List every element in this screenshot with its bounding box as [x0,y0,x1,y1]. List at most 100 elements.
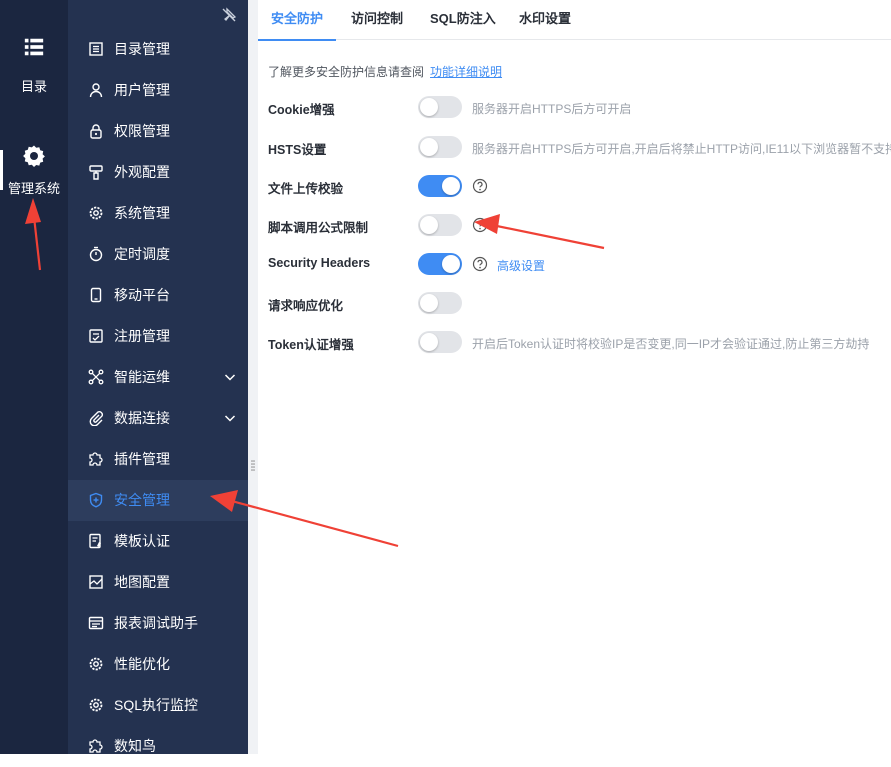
response-optimize-toggle[interactable] [418,292,462,314]
sidebar-item-label: 性能优化 [114,656,170,672]
sidebar-item-template-auth[interactable]: 模板认证 [68,521,248,562]
sidebar-item-scheduler[interactable]: 定时调度 [68,234,248,275]
setting-security-headers: Security Headers 高级设置 [268,253,891,275]
sidebar-item-data-connection[interactable]: 数据连接 [68,398,248,439]
sidebar-item-label: 系统管理 [114,205,170,221]
sidebar-item-label: 数知鸟 [114,738,156,754]
paperclip-icon [89,411,103,426]
sidebar-item-label: 用户管理 [114,82,170,98]
sidebar-item-label: 智能运维 [114,369,170,385]
tab-sql-injection[interactable]: SQL防注入 [430,0,496,39]
sidebar-item-label: 权限管理 [114,123,170,139]
sidebar-item-label: 目录管理 [114,41,170,57]
setting-script-formula: 脚本调用公式限制 [268,214,891,236]
shield-icon [89,492,103,508]
setting-label: Security Headers [268,256,371,270]
sidebar-item-label: 定时调度 [114,246,170,262]
sidebar-item-label: 报表调试助手 [114,615,198,631]
cookie-toggle[interactable] [418,96,462,118]
tab-security-protection[interactable]: 安全防护 [258,0,336,41]
sidebar-item-catalog[interactable]: 目录管理 [68,29,248,70]
setting-response-optimize: 请求响应优化 [268,292,891,314]
sidebar-item-label: SQL执行监控 [114,697,199,713]
mobile-icon [90,287,102,303]
setting-token-auth: Token认证增强 开启后Token认证时将校验IP是否变更,同一IP才会验证通… [268,331,891,353]
sidebar-item-label: 数据连接 [114,410,170,426]
sidebar-item-map[interactable]: 地图配置 [68,562,248,603]
sidebar-item-sql-monitor[interactable]: SQL执行监控 [68,685,248,726]
help-icon[interactable] [472,217,488,233]
sidebar-item-plugins[interactable]: 插件管理 [68,439,248,480]
gear-icon [89,698,103,712]
info-text: 了解更多安全防护信息请查阅 [268,65,425,79]
map-icon [89,575,103,589]
tab-watermark[interactable]: 水印设置 [519,0,571,39]
sidebar-item-report-debug[interactable]: 报表调试助手 [68,603,248,644]
register-icon [89,329,103,343]
sidebar-item-label: 注册管理 [114,328,170,344]
gear-icon [89,206,103,220]
hsts-toggle[interactable] [418,136,462,158]
sidebar-item-performance[interactable]: 性能优化 [68,644,248,685]
sidebar-item-mobile[interactable]: 移动平台 [68,275,248,316]
sidebar-item-appearance[interactable]: 外观配置 [68,152,248,193]
list-icon [24,38,44,56]
gear-icon [89,657,103,671]
help-icon[interactable] [472,256,488,272]
sidebar-item-users[interactable]: 用户管理 [68,70,248,111]
app-rail: 目录 管理系统 [0,0,68,754]
setting-label: 请求响应优化 [268,299,344,313]
brush-icon [89,165,103,180]
advanced-settings-link[interactable]: 高级设置 [497,257,545,274]
drag-handle-icon[interactable] [251,460,255,472]
sidebar-item-label: 地图配置 [114,574,170,590]
sidebar-item-registration[interactable]: 注册管理 [68,316,248,357]
token-auth-toggle[interactable] [418,331,462,353]
catalog-icon [89,42,103,56]
sidebar-item-label: 移动平台 [114,287,170,303]
sidebar-item-label: 安全管理 [114,492,170,508]
sidebar-item-label: 模板认证 [114,533,170,549]
chevron-down-icon[interactable] [224,371,236,383]
chevron-down-icon[interactable] [224,412,236,424]
security-headers-toggle[interactable] [418,253,462,275]
setting-description: 开启后Token认证时将校验IP是否变更,同一IP才会验证通过,防止第三方劫持 [472,337,870,351]
sidebar-item-permissions[interactable]: 权限管理 [68,111,248,152]
script-formula-toggle[interactable] [418,214,462,236]
setting-label: Token认证增强 [268,338,354,352]
setting-description: 服务器开启HTTPS后方可开启,开启后将禁止HTTP访问,IE11以下浏览器暂不… [472,142,891,156]
rail-item-label: 管理系统 [7,181,60,196]
setting-hsts: HSTS设置 服务器开启HTTPS后方可开启,开启后将禁止HTTP访问,IE11… [268,136,891,158]
template-icon [89,533,101,549]
rail-item-catalog[interactable]: 目录 [0,36,68,95]
sidebar-item-shuzhiniao[interactable]: 数知鸟 [68,726,248,767]
setting-label: 脚本调用公式限制 [268,221,369,235]
lock-icon [90,124,102,139]
report-icon [88,616,104,630]
setting-file-upload: 文件上传校验 [268,175,891,197]
setting-label: 文件上传校验 [268,182,344,196]
tab-access-control[interactable]: 访问控制 [351,0,403,39]
puzzle-icon [89,739,103,753]
docs-link[interactable]: 功能详细说明 [430,65,502,79]
rail-item-management[interactable]: 管理系统 [0,144,68,197]
gear-icon [23,145,45,167]
ops-icon [88,369,104,385]
tab-bar: 安全防护 访问控制 SQL防注入 水印设置 [258,0,891,41]
main-content: 安全防护 访问控制 SQL防注入 水印设置 了解更多安全防护信息请查阅 功能详细说… [258,0,891,754]
setting-label: Cookie增强 [268,103,335,117]
sidebar-item-security[interactable]: 安全管理 [68,480,248,521]
setting-description: 服务器开启HTTPS后方可开启 [472,102,632,116]
sidebar-item-label: 插件管理 [114,451,170,467]
panel-splitter[interactable] [248,0,258,754]
user-icon [89,83,103,98]
sidebar-item-system[interactable]: 系统管理 [68,193,248,234]
sidebar-item-label: 外观配置 [114,164,170,180]
sidebar-menu: 目录管理 用户管理 权限管理 外观配置 系统管理 定时调度 移动平台 注册管理 … [68,29,248,767]
sidebar-item-ops[interactable]: 智能运维 [68,357,248,398]
file-upload-toggle[interactable] [418,175,462,197]
timer-icon [89,246,103,262]
pin-icon[interactable] [221,7,237,23]
help-icon[interactable] [472,178,488,194]
rail-item-label: 目录 [20,79,47,94]
